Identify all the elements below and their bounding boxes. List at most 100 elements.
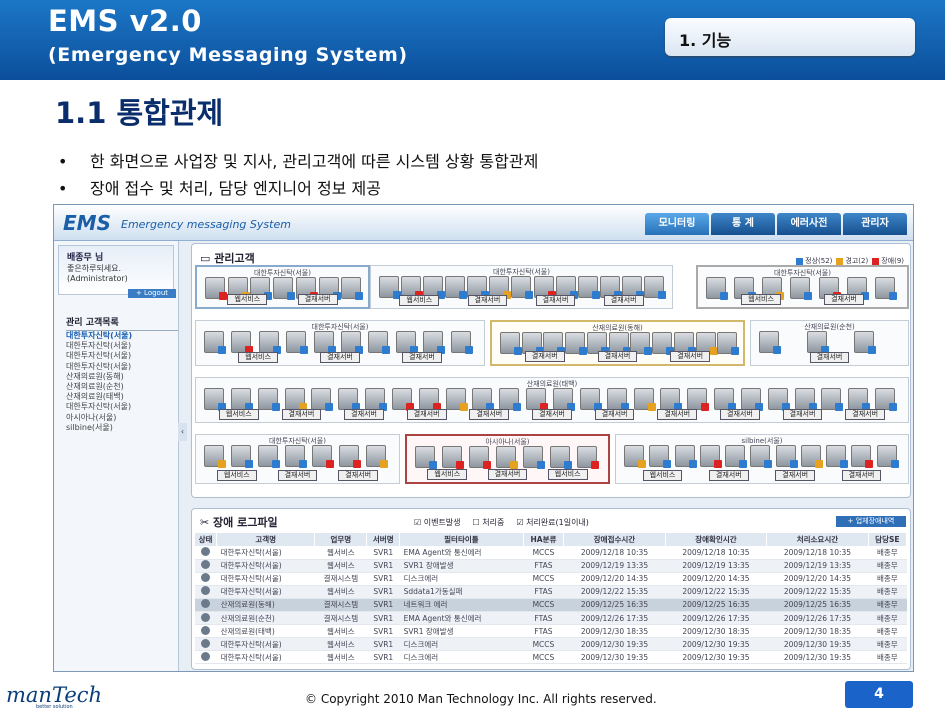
customer-group[interactable]: 대한투자신탁(서울) 웹서비스 결재서버 — [696, 265, 909, 309]
server-icon[interactable] — [472, 388, 495, 411]
column-header[interactable]: 장애확인시간 — [665, 533, 768, 546]
service-button[interactable]: 결재서버 — [845, 409, 886, 420]
server-icon[interactable] — [767, 388, 790, 411]
collapse-sidebar-icon[interactable]: ‹ — [178, 423, 187, 441]
server-icon[interactable] — [579, 388, 602, 411]
column-header[interactable]: 서버명 — [366, 533, 401, 546]
company-history-button[interactable]: + 업체장애내역 — [836, 516, 906, 527]
server-icon[interactable] — [338, 388, 361, 411]
table-row[interactable]: 대한투자신탁(서울) 웹서비스 SVR1 디스크에러 MCCS 2009/12/30 19… — [195, 650, 907, 665]
server-icon[interactable] — [848, 388, 871, 411]
server-icon[interactable] — [368, 331, 391, 354]
server-icon[interactable] — [649, 445, 672, 468]
server-icon[interactable] — [450, 331, 473, 354]
service-button[interactable]: 결재서버 — [532, 409, 572, 420]
server-icon[interactable] — [523, 446, 545, 469]
customer-group[interactable]: 산재의료원(순천) 결재서버 — [750, 320, 909, 366]
service-button[interactable]: 결재서버 — [487, 469, 528, 480]
server-icon[interactable] — [740, 388, 763, 411]
service-button[interactable]: 웹서비스 — [741, 294, 781, 305]
server-icon[interactable] — [341, 331, 363, 354]
server-icon[interactable] — [687, 388, 710, 411]
server-icon[interactable] — [725, 445, 748, 468]
server-icon[interactable] — [257, 388, 280, 411]
service-button[interactable]: 결재서버 — [320, 352, 360, 363]
service-button[interactable]: 결재서버 — [467, 295, 508, 306]
column-header[interactable]: 처리소요시간 — [766, 533, 869, 546]
column-header[interactable]: 업무명 — [314, 533, 368, 546]
service-button[interactable]: 결재서버 — [708, 470, 749, 481]
server-icon[interactable] — [313, 331, 336, 354]
server-icon[interactable] — [284, 388, 307, 411]
service-button[interactable]: 결재서버 — [338, 470, 379, 481]
tab-error-dictionary[interactable]: 에러사전 — [777, 213, 841, 235]
service-button[interactable]: 결재서버 — [597, 351, 638, 362]
service-button[interactable]: 결재서버 — [657, 409, 698, 420]
server-icon[interactable] — [550, 446, 572, 469]
customer-group[interactable]: 대한투자신탁(서울) 웹서비스 결재서버 결재서버 — [195, 434, 400, 484]
service-button[interactable]: 결재서버 — [670, 351, 711, 362]
server-icon[interactable] — [759, 331, 781, 354]
server-icon[interactable] — [821, 388, 844, 411]
table-row[interactable]: 대한투자신탁(서울) 웹서비스 SVR1 SVR1 장애발생 FTAS 2009/12/1… — [195, 559, 907, 573]
server-icon[interactable] — [851, 445, 874, 468]
column-header[interactable]: 고객명 — [216, 533, 316, 546]
service-button[interactable]: 결재서버 — [594, 409, 635, 420]
server-icon[interactable] — [854, 331, 877, 354]
column-header[interactable]: HA분류 — [523, 533, 565, 546]
customer-group[interactable]: 산재의료원(동해) 결재서버 결재서버 결재서버 — [490, 320, 745, 366]
filter-event[interactable]: ☑ 이벤트발생 — [414, 517, 461, 528]
server-icon[interactable] — [624, 445, 646, 468]
server-icon[interactable] — [339, 445, 361, 468]
server-icon[interactable] — [606, 388, 629, 411]
service-button[interactable]: 웹서비스 — [427, 469, 468, 480]
service-button[interactable]: 웹서비스 — [218, 409, 259, 420]
service-button[interactable]: 결재서버 — [603, 295, 644, 306]
customer-group[interactable]: silbine(서울) 웹서비스 결재서버 결재서버 결재서버 — [615, 434, 909, 484]
server-icon[interactable] — [230, 388, 253, 411]
tab-statistics[interactable]: 통 계 — [711, 213, 775, 235]
server-icon[interactable] — [800, 445, 823, 468]
customer-item[interactable]: silbine(서울) — [66, 423, 178, 433]
server-icon[interactable] — [312, 445, 334, 468]
server-icon[interactable] — [775, 445, 798, 468]
customer-item[interactable]: 산재의료원(태백) — [66, 392, 178, 402]
service-button[interactable]: 결재서버 — [344, 409, 384, 420]
table-row[interactable]: 대한투자신탁(서울) 웹서비스 SVR1 디스크에러 MCCS 2009/12/30 19… — [195, 637, 907, 652]
customer-group[interactable]: 아시아나(서울) 웹서비스 결재서버 웹서비스 — [405, 434, 610, 484]
tab-admin[interactable]: 관리자 — [843, 213, 907, 235]
service-button[interactable]: 결재서버 — [402, 352, 442, 363]
table-row[interactable]: 산재의료원(태백) 웹서비스 SVR1 SVR1 장애발생 FTAS 2009/12/30… — [195, 624, 907, 639]
customer-group[interactable]: 산재의료원(태백) 웹서비스 결재서버 결재서버 결재서버 결재서버 결재서버 결재서버 결재서… — [195, 377, 909, 423]
service-button[interactable]: 결재서버 — [809, 352, 850, 363]
customer-item[interactable]: 대한투자신탁(서울) — [66, 331, 178, 341]
service-button[interactable]: 웹서비스 — [227, 294, 268, 305]
customer-item[interactable]: 대한투자신탁(서울) — [66, 362, 178, 372]
customer-item[interactable]: 아시아나(서울) — [66, 413, 178, 423]
server-icon[interactable] — [806, 331, 829, 354]
server-icon[interactable] — [699, 445, 722, 468]
server-icon[interactable] — [750, 445, 773, 468]
column-header[interactable]: 필터타이틀 — [399, 533, 524, 546]
server-icon[interactable] — [415, 446, 437, 469]
service-button[interactable]: 웹서비스 — [642, 470, 683, 481]
server-icon[interactable] — [204, 331, 226, 354]
server-icon[interactable] — [366, 445, 388, 468]
server-icon[interactable] — [204, 388, 226, 411]
server-icon[interactable] — [674, 445, 697, 468]
table-row[interactable]: 산재의료원(순천) 결재시스템 SVR1 EMA Agent와 통신에러 FTAS 200… — [195, 611, 907, 626]
service-button[interactable]: 결재서버 — [841, 470, 882, 481]
server-icon[interactable] — [285, 445, 307, 468]
server-icon[interactable] — [365, 388, 388, 411]
server-icon[interactable] — [442, 446, 464, 469]
service-button[interactable]: 결재서버 — [535, 295, 576, 306]
server-icon[interactable] — [526, 388, 549, 411]
service-button[interactable]: 웹서비스 — [547, 469, 588, 480]
server-icon[interactable] — [231, 331, 254, 354]
server-icon[interactable] — [311, 388, 334, 411]
logout-button[interactable]: + Logout — [128, 289, 176, 298]
customer-item[interactable]: 산재의료원(순천) — [66, 382, 178, 392]
service-button[interactable]: 결재서버 — [277, 470, 318, 481]
column-header[interactable]: 장애접수시간 — [563, 533, 666, 546]
service-button[interactable]: 결재서버 — [720, 409, 760, 420]
